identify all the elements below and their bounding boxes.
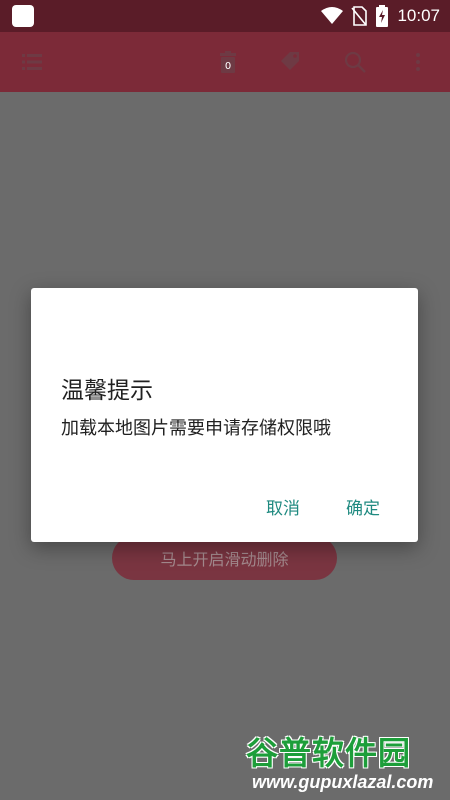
watermark-logo-text: 谷普软件园: [246, 734, 412, 772]
notification-app-icon: [12, 5, 34, 27]
trash-badge: 0: [225, 61, 231, 72]
dialog-message: 加载本地图片需要申请存储权限哦: [61, 418, 331, 439]
search-icon[interactable]: [343, 50, 367, 74]
menu-list-icon[interactable]: [20, 50, 44, 74]
enable-swipe-delete-button[interactable]: 马上开启滑动删除: [112, 536, 337, 580]
permission-dialog: 温馨提示 加载本地图片需要申请存储权限哦 取消 确定: [31, 288, 418, 542]
watermark-url: www.gupuxlazal.com: [252, 772, 434, 792]
status-time: 10:07: [397, 6, 440, 25]
status-indicators: 10:07: [321, 0, 440, 32]
cancel-button[interactable]: 取消: [266, 494, 300, 519]
no-sim-icon: [351, 6, 368, 26]
wifi-icon: [321, 7, 344, 24]
more-vert-icon[interactable]: [406, 50, 430, 74]
site-watermark: 谷普软件园 www.gupuxlazal.com: [246, 728, 446, 796]
trash-button[interactable]: 0: [216, 50, 240, 74]
app-toolbar: 0: [0, 32, 450, 92]
dialog-title: 温馨提示: [61, 378, 153, 404]
battery-charging-icon: [376, 5, 389, 27]
status-bar: 10:07: [0, 0, 450, 32]
confirm-button[interactable]: 确定: [346, 494, 380, 519]
tag-icon[interactable]: [279, 50, 303, 74]
trash-icon: 0: [220, 51, 236, 73]
